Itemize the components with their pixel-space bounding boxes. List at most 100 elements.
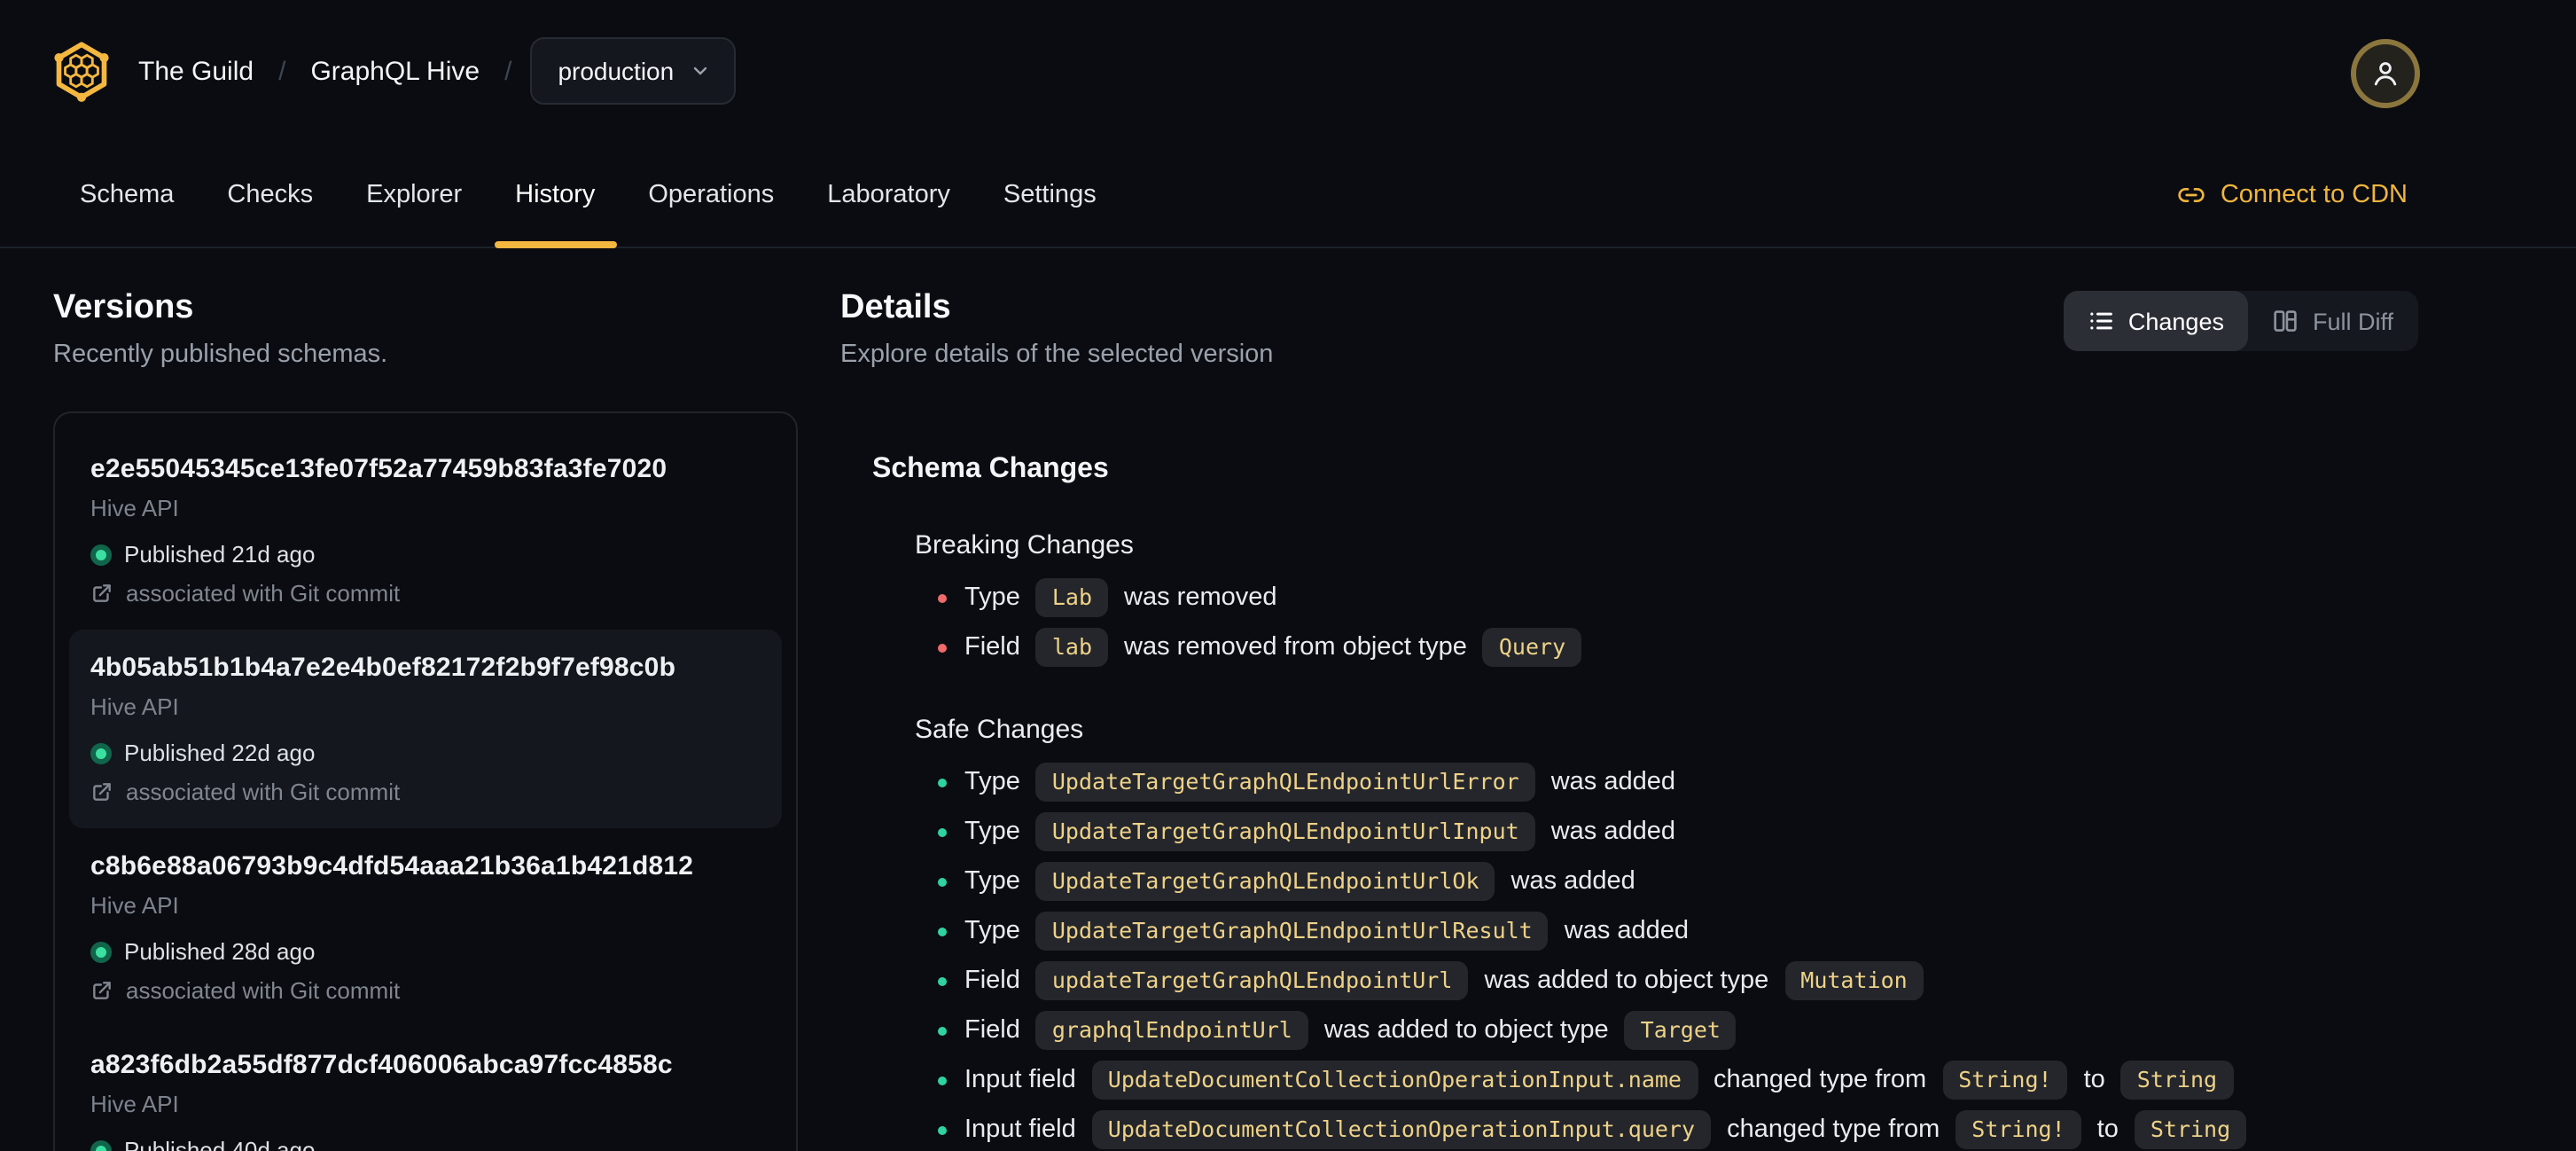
published-label: Published 21d ago bbox=[124, 541, 316, 568]
code-chip: UpdateTargetGraphQLEndpointUrlInput bbox=[1035, 812, 1535, 851]
columns-icon bbox=[2275, 310, 2298, 332]
change-text: Type bbox=[964, 818, 1020, 846]
version-item[interactable]: e2e55045345ce13fe07f52a77459b83fa3fe7020… bbox=[69, 431, 782, 630]
code-chip: updateTargetGraphQLEndpointUrl bbox=[1035, 961, 1469, 1000]
hive-logo-icon[interactable] bbox=[51, 39, 112, 103]
change-text: was added bbox=[1550, 768, 1675, 796]
git-commit-label: associated with Git commit bbox=[126, 977, 401, 1004]
bullet-icon bbox=[938, 778, 947, 787]
version-service: Hive API bbox=[90, 693, 179, 720]
change-description: Type UpdateTargetGraphQLEndpointUrlOk was … bbox=[964, 862, 1635, 901]
view-toggle: Changes Full Diff bbox=[2064, 291, 2418, 351]
user-icon bbox=[2374, 62, 2397, 86]
code-chip: String bbox=[2120, 1061, 2234, 1100]
environment-selector[interactable]: production bbox=[529, 37, 737, 105]
full-diff-view-label: Full Diff bbox=[2312, 308, 2393, 334]
change-description: Type UpdateTargetGraphQLEndpointUrlResult… bbox=[964, 912, 1689, 951]
safe-changes-section: Safe Changes Type UpdateTargetGraphQLEndp… bbox=[915, 713, 2418, 1151]
git-commit-label: associated with Git commit bbox=[126, 580, 401, 607]
tab-bar: Schema Checks Explorer History Operation… bbox=[0, 142, 2576, 248]
details-panel: Details Explore details of the selected … bbox=[840, 287, 2418, 1151]
external-link-icon bbox=[93, 783, 111, 801]
code-chip: lab bbox=[1035, 628, 1109, 667]
change-text: Field bbox=[964, 967, 1020, 995]
external-link-icon bbox=[93, 982, 111, 999]
bullet-icon bbox=[938, 1026, 947, 1035]
change-text: Type bbox=[964, 917, 1020, 945]
change-text: was added to object type bbox=[1484, 967, 1769, 995]
tab-label: Explorer bbox=[366, 180, 463, 208]
breaking-changes-list: Type Lab was removed Field lab was removed f… bbox=[915, 573, 2418, 672]
safe-changes-list: Type UpdateTargetGraphQLEndpointUrlError w… bbox=[915, 757, 2418, 1151]
schema-changes-title: Schema Changes bbox=[872, 454, 1109, 484]
code-chip: UpdateDocumentCollectionOperationInput.n… bbox=[1091, 1061, 1698, 1100]
change-text: Field bbox=[964, 1016, 1020, 1045]
git-commit-link[interactable]: associated with Git commit bbox=[90, 777, 761, 807]
change-row: Type UpdateTargetGraphQLEndpointUrlOk was … bbox=[915, 857, 2418, 906]
link-icon bbox=[2179, 187, 2205, 201]
change-description: Type UpdateTargetGraphQLEndpointUrlInput w… bbox=[964, 812, 1675, 851]
version-hash: a823f6db2a55df877dcf406006abca97fcc4858c bbox=[90, 1050, 673, 1080]
change-text: Field bbox=[964, 633, 1020, 662]
change-text: Type bbox=[964, 768, 1020, 796]
change-row: Field lab was removed from object type Quer… bbox=[915, 622, 2418, 672]
tab-checks[interactable]: Checks bbox=[206, 142, 334, 247]
change-text: was added bbox=[1510, 867, 1635, 896]
change-row: Field graphqlEndpointUrl was added to obje… bbox=[915, 1006, 2418, 1055]
change-description: Field updateTargetGraphQLEndpointUrl was a… bbox=[964, 961, 1924, 1000]
breadcrumb-project[interactable]: GraphQL Hive bbox=[310, 56, 480, 86]
change-text: Input field bbox=[964, 1066, 1076, 1094]
user-menu-button[interactable] bbox=[2351, 39, 2420, 108]
breadcrumb: The Guild / GraphQL Hive / bbox=[138, 56, 511, 86]
app-root: The Guild / GraphQL Hive / production Sc… bbox=[0, 0, 2576, 1151]
tab-laboratory[interactable]: Laboratory bbox=[806, 142, 972, 247]
version-item[interactable]: c8b6e88a06793b9c4dfd54aaa21b36a1b421d812… bbox=[69, 828, 782, 1027]
change-row: Input field UpdateDocumentCollectionOpera… bbox=[915, 1105, 2418, 1151]
change-row: Input field UpdateDocumentCollectionOpera… bbox=[915, 1055, 2418, 1105]
versions-list: e2e55045345ce13fe07f52a77459b83fa3fe7020… bbox=[53, 411, 798, 1151]
tabs: Schema Checks Explorer History Operation… bbox=[59, 142, 1118, 248]
changes-view-button[interactable]: Changes bbox=[2064, 291, 2249, 351]
details-heading-block: Details Explore details of the selected … bbox=[840, 287, 1273, 372]
tab-schema[interactable]: Schema bbox=[59, 142, 195, 247]
published-dot-icon bbox=[90, 544, 112, 565]
details-header: Details Explore details of the selected … bbox=[840, 287, 2418, 372]
code-chip: String! bbox=[1942, 1061, 2068, 1100]
breadcrumb-org[interactable]: The Guild bbox=[138, 56, 254, 86]
change-text: changed type from bbox=[1727, 1116, 1940, 1144]
code-chip: Query bbox=[1482, 628, 1582, 667]
version-status: Published 28d ago bbox=[90, 936, 761, 967]
version-item[interactable]: 4b05ab51b1b4a7e2e4b0ef82172f2b9f7ef98c0b… bbox=[69, 630, 782, 828]
change-text: was added bbox=[1564, 917, 1690, 945]
tab-history[interactable]: History bbox=[494, 142, 617, 248]
code-chip: UpdateDocumentCollectionOperationInput.q… bbox=[1091, 1110, 1712, 1149]
tab-operations[interactable]: Operations bbox=[627, 142, 795, 247]
external-link-icon bbox=[93, 584, 111, 602]
git-commit-link[interactable]: associated with Git commit bbox=[90, 578, 761, 608]
git-commit-link[interactable]: associated with Git commit bbox=[90, 975, 761, 1006]
published-label: Published 28d ago bbox=[124, 938, 316, 965]
code-chip: UpdateTargetGraphQLEndpointUrlResult bbox=[1035, 912, 1549, 951]
tab-label: Schema bbox=[80, 180, 175, 208]
version-status: Published 22d ago bbox=[90, 738, 761, 768]
tab-label: History bbox=[515, 180, 596, 208]
change-text: Type bbox=[964, 867, 1020, 896]
change-text: was removed bbox=[1124, 583, 1277, 612]
tab-label: Laboratory bbox=[827, 180, 950, 208]
version-item[interactable]: a823f6db2a55df877dcf406006abca97fcc4858c… bbox=[69, 1027, 782, 1151]
version-hash: 4b05ab51b1b4a7e2e4b0ef82172f2b9f7ef98c0b bbox=[90, 653, 676, 683]
change-text: was added bbox=[1550, 818, 1675, 846]
change-row: Type UpdateTargetGraphQLEndpointUrlError w… bbox=[915, 757, 2418, 807]
list-icon bbox=[2091, 312, 2113, 330]
code-chip: UpdateTargetGraphQLEndpointUrlError bbox=[1035, 763, 1535, 802]
connect-to-cdn-button[interactable]: Connect to CDN bbox=[2178, 142, 2408, 247]
details-subtitle: Explore details of the selected version bbox=[840, 341, 1274, 369]
full-diff-view-button[interactable]: Full Diff bbox=[2249, 291, 2418, 351]
change-row: Type Lab was removed bbox=[915, 573, 2418, 622]
published-dot-icon bbox=[90, 1139, 112, 1151]
tab-explorer[interactable]: Explorer bbox=[345, 142, 483, 247]
tab-settings[interactable]: Settings bbox=[982, 142, 1118, 247]
code-chip: graphqlEndpointUrl bbox=[1035, 1011, 1308, 1050]
versions-panel: Versions Recently published schemas. e2e… bbox=[53, 287, 798, 1151]
version-service: Hive API bbox=[90, 892, 179, 919]
